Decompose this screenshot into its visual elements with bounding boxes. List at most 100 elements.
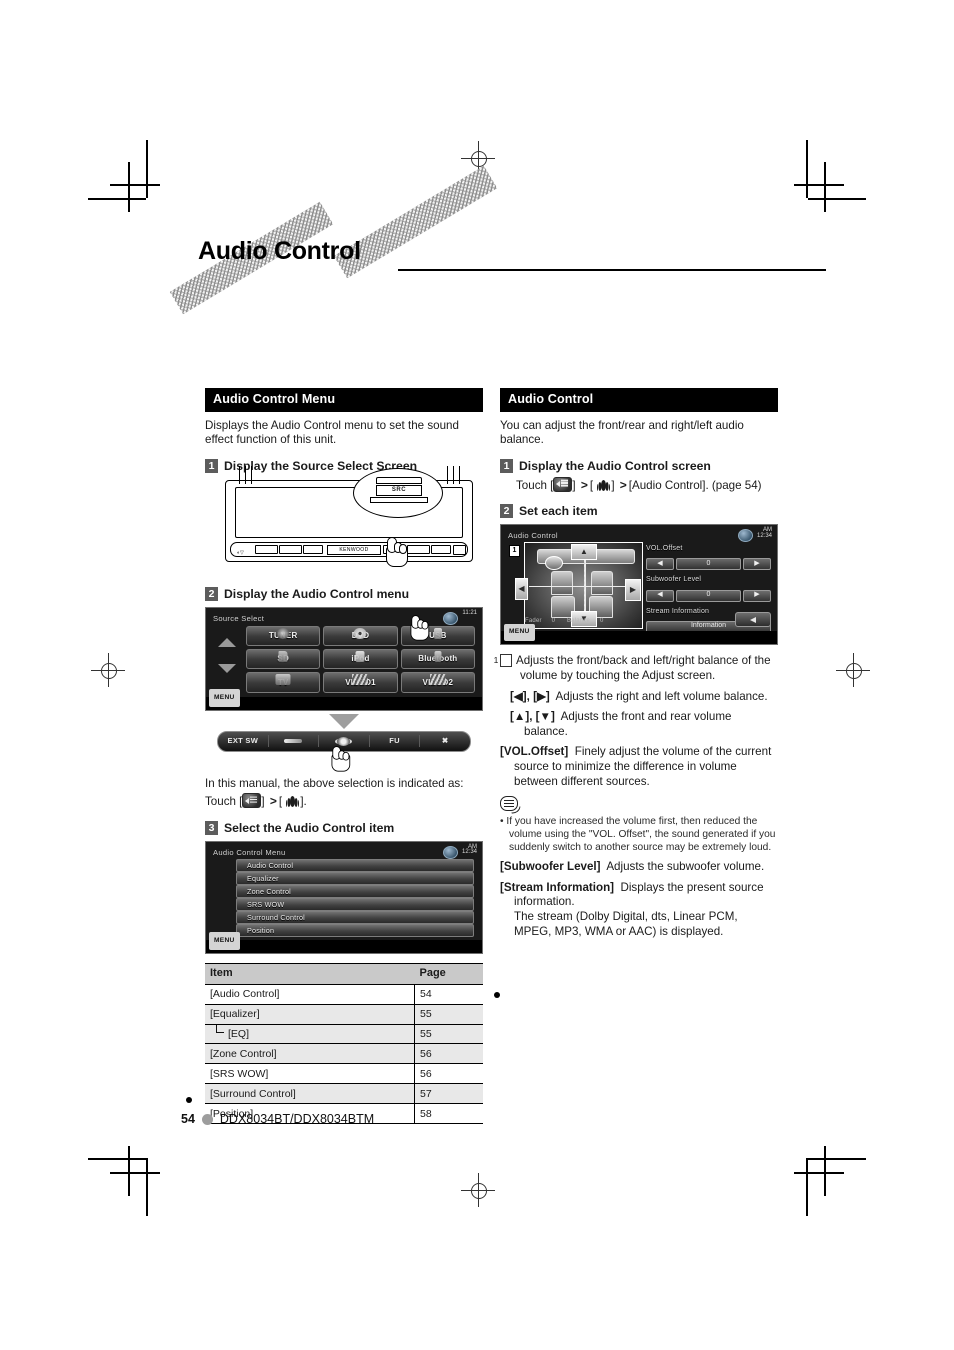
table-header-row: Item Page [205,962,483,985]
crop-mark-bottom-left [88,1146,160,1218]
pointing-hand-icon [383,536,409,567]
cell-item: [Equalizer] [205,1004,415,1025]
usb-icon [433,627,442,639]
adjust-left-arrow[interactable]: ◀ [515,578,528,601]
note-bubble-icon [500,796,521,815]
toolbar-fu[interactable]: FU [370,735,421,748]
step-number: 1 [500,458,513,473]
source-button-bluetooth[interactable]: Bluetooth [400,649,475,670]
column-header-item: Item [205,962,415,985]
audio-control-icon [596,479,611,492]
note-text: • If you have increased the volume first… [500,816,776,854]
audio-control-menu-list: Audio Control Equalizer Zone Control SRS… [236,858,474,937]
menu-row-audio-control[interactable]: Audio Control [236,858,474,872]
page-footer: 54 DDX8034BT/DDX8034BTM [181,1112,374,1126]
manual-notation-touch-sequence: Touch [] >[ ]. [205,793,483,810]
toolbar-setup-icon[interactable] [269,735,320,748]
menu-row-equalizer[interactable]: Equalizer [236,871,474,885]
description-adjust-screen: 1 Adjusts the front/back and left/right b… [494,654,778,683]
video-icon [352,674,369,686]
source-button-dvd[interactable]: DVD [323,625,398,647]
intro-text-left: Displays the Audio Control menu to set t… [205,418,459,447]
cell-item: [Audio Control] [205,984,415,1005]
page-scroll-arrows[interactable] [218,637,238,673]
source-button-tv[interactable]: TV [246,672,321,693]
bluetooth-device-icon [434,651,442,663]
table-row: [Surround Control] 57 [205,1083,483,1105]
margin-dot-left [186,1097,192,1103]
key-label: [Subwoofer Level] [500,860,601,874]
disc-icon [353,627,367,639]
step-number: 2 [205,586,218,601]
description-text: Adjusts the front/back and left/right ba… [516,654,771,682]
vol-offset-row: ◀ 0 ▶ [646,558,771,571]
cell-page: 56 [414,1043,483,1065]
steering-wheel-shape [545,556,563,571]
cell-page: 55 [414,1004,483,1025]
adjust-right-arrow[interactable]: ▶ [625,579,641,602]
key-label: [◀], [▶] [510,689,550,703]
registration-mark-bottom [461,1173,495,1207]
screen-title: Source Select [213,613,265,623]
menu-button[interactable]: MENU [504,623,535,642]
source-select-screenshot: Source Select 11:21 TUNER DVD USB SD iPo… [205,606,483,711]
scroll-down-icon[interactable] [218,663,236,673]
menu-shortcut-icon [553,476,573,492]
table-row: [Equalizer] 55 [205,1004,483,1025]
vol-offset-decrease-button[interactable]: ◀ [646,558,674,571]
step-1-left: 1 Display the Source Select Screen [205,458,483,473]
section-header-audio-control-menu: Audio Control Menu [205,388,483,412]
menu-row-srs-wow[interactable]: SRS WOW [236,897,474,911]
source-button-sd[interactable]: SD [246,649,321,670]
description-stream-formats: The stream (Dolby Digital, dts, Linear P… [514,909,738,938]
faceplate-illustration: KENWOOD ◐▽ SRC [205,465,483,576]
menu-row-zone-control[interactable]: Zone Control [236,884,474,898]
step-2-right: 2 Set each item [500,504,778,519]
menu-button[interactable]: MENU [209,689,240,707]
table-row: [SRS WOW] 56 [205,1063,483,1085]
description-subwoofer-level: [Subwoofer Level] Adjusts the subwoofer … [500,860,778,875]
clock-display: AM 12:34 [757,527,772,539]
subwoofer-increase-button[interactable]: ▶ [743,589,771,602]
callout-marker-1: 1 [509,545,520,558]
back-button[interactable] [735,612,771,628]
touch-suffix: ]. [300,795,307,809]
video-icon [429,674,446,686]
subwoofer-decrease-button[interactable]: ◀ [646,589,674,602]
page-title: Audio Control [198,237,361,265]
touch-prefix: Touch [ [516,478,554,492]
audio-control-icon [285,795,300,808]
touch-tail: [Audio Control]. (page 54) [628,478,762,492]
touch-sep1: ] [572,478,579,492]
section-header-audio-control: Audio Control [500,388,778,412]
registration-mark-right [836,653,870,687]
step-label: Select the Audio Control item [224,820,395,835]
footer-dot-icon [201,1113,213,1125]
source-button-ipod[interactable]: iPod [323,649,398,670]
bottom-toolbar-illustration: EXT SW FU ✖ [205,730,483,772]
seat-front-right [591,571,613,596]
menu-row-position[interactable]: Position [236,923,474,937]
source-button-video1[interactable]: VIDEO1 [323,672,398,693]
key-description: Adjusts the subwoofer volume. [606,860,765,874]
ipod-icon [355,651,365,663]
audio-control-screenshot: Audio Control AM 12:34 1 ▲ ▼ ▶ ◀ Fader 0… [500,524,778,646]
step-number: 3 [205,820,218,835]
tuner-icon [276,627,290,639]
toolbar-ext-sw[interactable]: EXT SW [218,735,269,748]
toolbar-close-icon[interactable]: ✖ [420,735,470,747]
menu-button[interactable]: MENU [209,932,240,950]
crop-mark-bottom-right [794,1146,866,1218]
scroll-up-icon[interactable] [218,637,236,647]
cell-page: 55 [414,1024,483,1045]
vol-offset-increase-button[interactable]: ▶ [743,558,771,571]
menu-row-surround-control[interactable]: Surround Control [236,910,474,924]
left-column: Audio Control Menu Displays the Audio Co… [205,388,483,1125]
adjust-up-arrow[interactable]: ▲ [571,544,597,561]
source-button-video2[interactable]: VIDEO2 [400,672,475,693]
source-button-tuner[interactable]: TUNER [246,625,321,647]
sequence-arrow-icon: > [269,794,277,809]
description-vol-offset: [VOL.Offset] Finely adjust the volume of… [500,745,778,789]
balance-label: Balance [566,617,591,624]
vol-offset-label: VOL.Offset [646,545,683,553]
